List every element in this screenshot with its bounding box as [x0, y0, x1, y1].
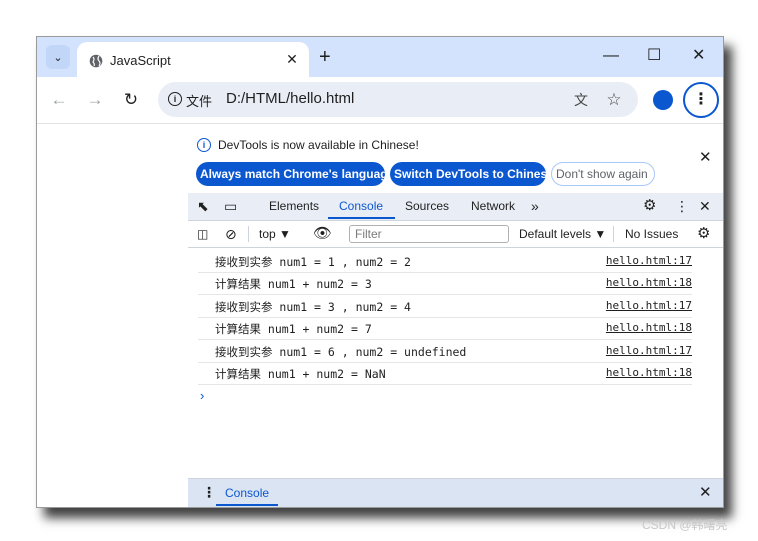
log-row: 计算结果 num1 + num2 = NaN hello.html:18 [198, 362, 692, 385]
tab-console[interactable]: Console [339, 199, 383, 213]
console-drawer: ⋮ Console ✕ [188, 478, 723, 507]
filter-input[interactable]: Filter [349, 225, 509, 243]
log-row: 计算结果 num1 + num2 = 7 hello.html:18 [198, 317, 692, 340]
forward-button[interactable]: → [85, 90, 105, 110]
more-tabs-icon[interactable]: » [531, 197, 539, 215]
tab-title: JavaScript [110, 53, 171, 68]
back-button[interactable]: ← [49, 90, 69, 110]
drawer-menu-icon[interactable]: ⋮ [202, 484, 216, 501]
bookmark-star-icon[interactable]: ☆ [605, 91, 623, 109]
minimize-button[interactable]: — [603, 47, 619, 65]
issues-counter[interactable]: No Issues [625, 225, 678, 243]
console-toolbar: ◫ ⊘ top ▼ 👁 Filter Default levels ▼ No I… [188, 221, 723, 248]
tab-search-button[interactable]: ⌄ [46, 45, 70, 69]
close-window-button[interactable]: ✕ [692, 47, 705, 65]
log-source-link[interactable]: hello.html:18 [606, 321, 692, 334]
dont-show-again-button[interactable]: Don't show again [551, 162, 655, 186]
browser-toolbar: ← → ↻ i 文件 D:/HTML/hello.html 文 ☆ ⋮ [37, 77, 723, 124]
globe-icon [89, 54, 103, 68]
switch-to-chinese-button[interactable]: Switch DevTools to Chinese [390, 162, 554, 186]
devtools-tab-bar: ⬉ ▭ Elements Console Sources Network » ⚙… [188, 193, 723, 221]
chrome-menu-button[interactable]: ⋮ [683, 82, 719, 118]
inspect-element-icon[interactable]: ⬉ [197, 197, 209, 215]
language-banner: i DevTools is now available in Chinese! … [188, 124, 723, 192]
always-match-language-button[interactable]: Always match Chrome's language [196, 162, 394, 186]
context-selector[interactable]: top ▼ [259, 225, 291, 243]
log-source-link[interactable]: hello.html:17 [606, 344, 692, 357]
clear-console-icon[interactable]: ⊘ [225, 225, 237, 243]
drawer-active-indicator [216, 504, 278, 506]
log-source-link[interactable]: hello.html:18 [606, 366, 692, 379]
log-row: 接收到实参 num1 = 3 , num2 = 4 hello.html:17 [198, 295, 692, 318]
console-settings-icon[interactable]: ⚙ [697, 225, 710, 243]
info-icon: i [197, 138, 211, 152]
devtools-panel: i DevTools is now available in Chinese! … [188, 124, 723, 507]
profile-avatar[interactable] [653, 90, 673, 110]
sidebar-toggle-icon[interactable]: ◫ [197, 225, 208, 243]
tab-network[interactable]: Network [471, 199, 515, 213]
log-message: 接收到实参 num1 = 1 , num2 = 2 [215, 255, 411, 269]
active-tab-indicator [328, 217, 395, 219]
log-source-link[interactable]: hello.html:18 [606, 276, 692, 289]
tab-strip: ⌄ JavaScript ✕ + — ☐ ✕ [37, 37, 723, 77]
browser-tab[interactable]: JavaScript ✕ [77, 42, 309, 77]
log-levels-dropdown[interactable]: Default levels ▼ [519, 225, 606, 243]
browser-window: ⌄ JavaScript ✕ + — ☐ ✕ ← → ↻ i 文件 D:/HTM… [36, 36, 724, 508]
divider [248, 226, 249, 242]
log-message: 接收到实参 num1 = 3 , num2 = 4 [215, 300, 411, 314]
live-expression-eye-icon[interactable]: 👁 [313, 225, 332, 243]
divider [613, 226, 614, 242]
new-tab-button[interactable]: + [319, 47, 331, 67]
log-message: 计算结果 num1 + num2 = NaN [215, 367, 386, 381]
log-row: 接收到实参 num1 = 6 , num2 = undefined hello.… [198, 340, 692, 363]
maximize-button[interactable]: ☐ [647, 47, 661, 65]
customize-menu-icon[interactable]: ⋮ [675, 197, 689, 215]
log-row: 接收到实参 num1 = 1 , num2 = 2 hello.html:17 [198, 250, 692, 273]
address-bar[interactable]: i 文件 D:/HTML/hello.html 文 ☆ [158, 82, 638, 117]
dropdown-arrow-icon: ▼ [594, 227, 607, 241]
page-viewport [37, 124, 189, 507]
settings-gear-icon[interactable]: ⚙ [643, 197, 656, 215]
banner-message: DevTools is now available in Chinese! [218, 138, 419, 152]
log-source-link[interactable]: hello.html:17 [606, 299, 692, 312]
log-message: 计算结果 num1 + num2 = 7 [215, 322, 372, 336]
context-label: top [259, 227, 276, 241]
log-source-link[interactable]: hello.html:17 [606, 254, 692, 267]
url-text[interactable]: D:/HTML/hello.html [226, 90, 354, 107]
file-chip[interactable]: 文件 [186, 91, 212, 110]
log-message: 接收到实参 num1 = 6 , num2 = undefined [215, 345, 467, 359]
log-row: 计算结果 num1 + num2 = 3 hello.html:18 [198, 272, 692, 295]
console-prompt-chevron-icon[interactable]: › [200, 388, 204, 403]
tab-elements[interactable]: Elements [269, 199, 319, 213]
close-devtools-icon[interactable]: ✕ [699, 197, 711, 215]
drawer-tab-console[interactable]: Console [225, 486, 269, 500]
site-info-icon[interactable]: i [168, 92, 182, 106]
log-levels-label: Default levels [519, 227, 592, 241]
watermark: CSDN @韩曙亮 [642, 518, 728, 532]
translate-icon[interactable]: 文 [572, 91, 590, 109]
close-drawer-icon[interactable]: ✕ [699, 483, 712, 501]
close-tab-icon[interactable]: ✕ [283, 50, 301, 68]
close-banner-icon[interactable]: ✕ [699, 148, 712, 166]
log-message: 计算结果 num1 + num2 = 3 [215, 277, 372, 291]
tab-sources[interactable]: Sources [405, 199, 449, 213]
dropdown-arrow-icon: ▼ [279, 227, 291, 241]
chevron-down-icon: ⌄ [53, 51, 63, 64]
device-toolbar-icon[interactable]: ▭ [224, 197, 237, 215]
reload-button[interactable]: ↻ [121, 90, 141, 110]
